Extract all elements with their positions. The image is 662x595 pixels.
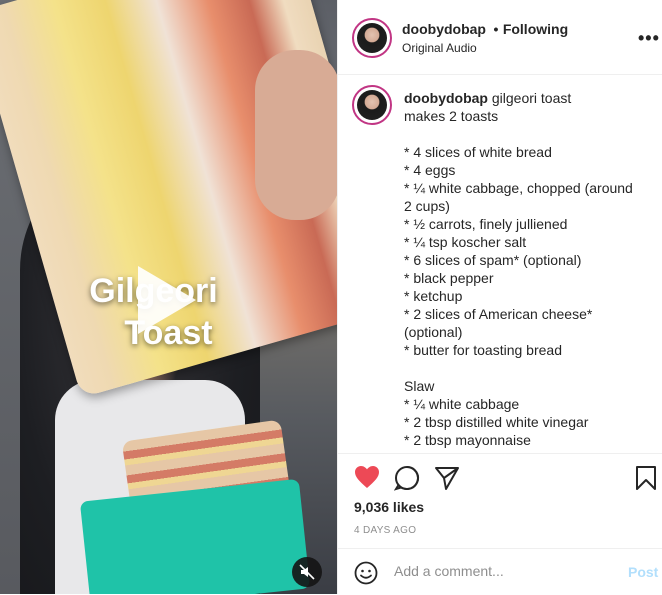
caption-line-5: * ¼ white cabbage, chopped (around 2 cup… [404, 180, 633, 214]
caption-avatar[interactable] [352, 85, 392, 125]
hand [255, 50, 337, 220]
caption-text: doobydobap gilgeori toast makes 2 toasts… [404, 89, 644, 449]
caption-username[interactable]: doobydobap [404, 90, 488, 106]
caption-line-10: * ketchup [404, 288, 463, 304]
original-audio-link[interactable]: Original Audio [402, 41, 477, 55]
mute-icon[interactable] [292, 557, 322, 587]
bookmark-icon[interactable] [635, 465, 657, 496]
caption-line-8: * 6 slices of spam* (optional) [404, 252, 582, 268]
caption-line-1: makes 2 toasts [404, 108, 499, 124]
caption-line-4: * 4 eggs [404, 162, 456, 178]
likes-count[interactable]: 9,036 likes [354, 499, 424, 515]
comment-input[interactable] [394, 563, 604, 579]
caption-line-12: * butter for toasting bread [404, 342, 562, 358]
header-username[interactable]: doobydobap [402, 21, 486, 37]
speaker-muted-icon [299, 564, 315, 580]
caption-line-14: Slaw [404, 378, 435, 394]
post-side-panel: doobydobap • Following Original Audio ••… [337, 0, 662, 594]
caption-line-13 [404, 359, 644, 377]
caption-line-7: * ¼ tsp koscher salt [404, 234, 527, 250]
post-actions: 9,036 likes 4 DAYS AGO [338, 453, 662, 548]
bookmark-svg [636, 466, 656, 490]
caption-line-9: * black pepper [404, 270, 494, 286]
post-header: doobydobap • Following Original Audio ••… [338, 0, 662, 75]
post-date[interactable]: 4 DAYS AGO [354, 525, 416, 536]
post-video[interactable]: Gilgeori Toast [0, 0, 337, 594]
caption-area: doobydobap gilgeori toast makes 2 toasts… [338, 75, 662, 453]
paper-plane-svg [435, 467, 459, 490]
more-options-icon[interactable]: ••• [638, 28, 660, 49]
share-icon[interactable] [434, 465, 460, 496]
caption-line-17: * 2 tbsp mayonnaise [404, 432, 531, 448]
play-icon[interactable] [138, 266, 196, 334]
emoji-icon[interactable] [354, 561, 378, 590]
comment-icon[interactable] [393, 465, 420, 496]
caption-line-2 [404, 125, 644, 143]
caption-line-11: * 2 slices of American cheese* (optional… [404, 306, 593, 340]
caption-line-15: * ¼ white cabbage [404, 396, 520, 412]
caption-line-16: * 2 tbsp distilled white vinegar [404, 414, 589, 430]
caption-line-0: gilgeori toast [491, 90, 572, 106]
post-comment-button[interactable]: Post [628, 564, 658, 580]
follow-status-button[interactable]: Following [503, 21, 568, 37]
like-heart-svg [355, 466, 379, 488]
caption-line-3: * 4 slices of white bread [404, 144, 552, 160]
header-separator: • [493, 21, 499, 37]
header-user-row: doobydobap • Following [402, 21, 568, 39]
heart-filled-icon[interactable] [354, 465, 380, 494]
comment-bubble-svg [393, 466, 419, 491]
caption-line: doobydobap gilgeori toast [404, 89, 644, 107]
comment-bar: Post [338, 548, 662, 595]
smiley-svg [354, 561, 378, 585]
caption-line-6: * ½ carrots, finely julliened [404, 216, 568, 232]
avatar[interactable] [352, 18, 392, 58]
